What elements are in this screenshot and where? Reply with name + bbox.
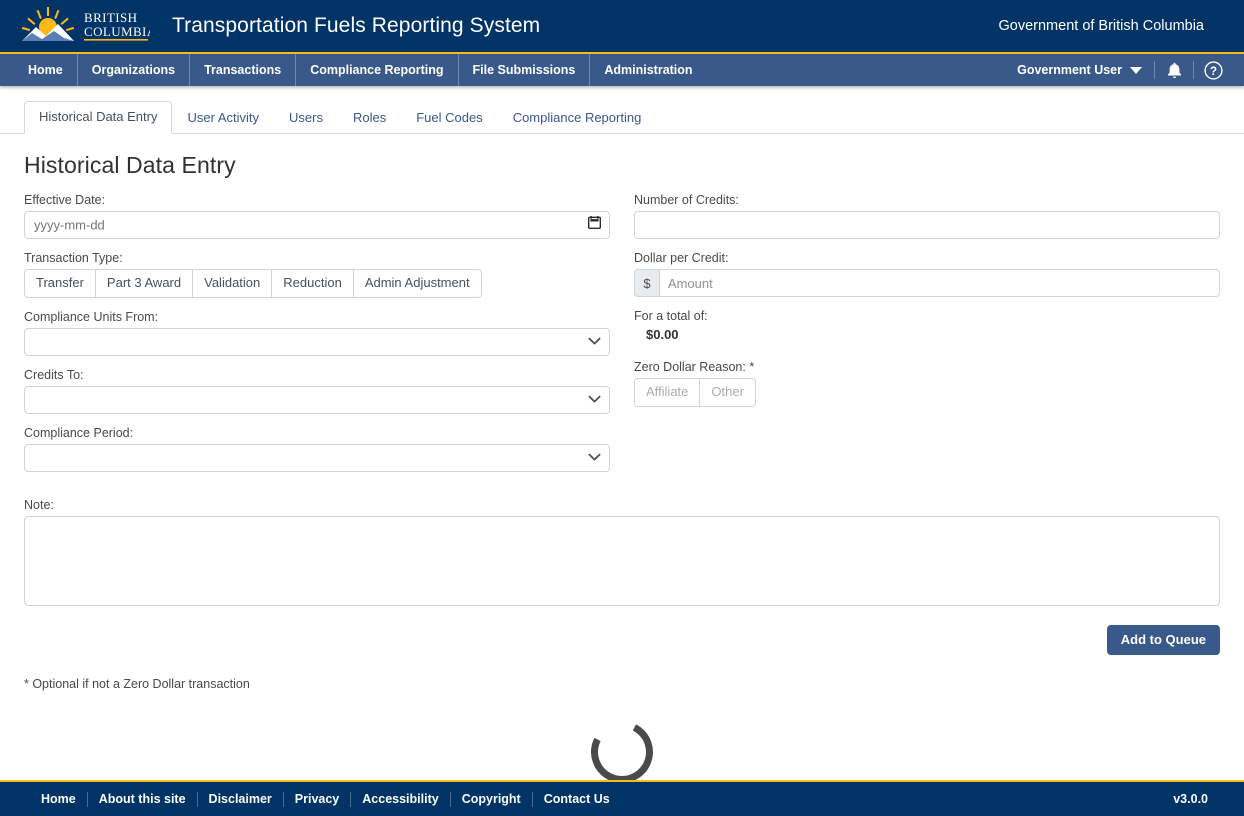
total-group: For a total of: $0.00 — [634, 309, 1220, 342]
footer-link-disclaimer[interactable]: Disclaimer — [198, 791, 284, 807]
dollar-per-credit-group: Dollar per Credit: $ — [634, 251, 1220, 297]
nav-item-administration[interactable]: Administration — [590, 54, 706, 86]
footer-link-copyright[interactable]: Copyright — [451, 791, 533, 807]
footer-link-privacy[interactable]: Privacy — [284, 791, 352, 807]
form-column-right: Number of Credits: Dollar per Credit: $ … — [634, 193, 1220, 484]
compliance-period-group: Compliance Period: — [24, 426, 610, 472]
effective-date-label: Effective Date: — [24, 193, 106, 207]
add-to-queue-button[interactable]: Add to Queue — [1106, 624, 1220, 656]
footer-links: Home About this site Disclaimer Privacy … — [18, 791, 621, 807]
number-of-credits-input[interactable] — [634, 211, 1220, 239]
form-column-left: Effective Date: yyyy-mm-dd Transaction T… — [24, 193, 610, 484]
footer-link-about-this-site[interactable]: About this site — [88, 791, 198, 807]
transaction-type-button-group: Transfer Part 3 Award Validation Reducti… — [24, 269, 482, 298]
nav-item-transactions[interactable]: Transactions — [190, 54, 297, 86]
zero-dollar-reason-button-group: Affiliate Other — [634, 378, 756, 407]
tab-fuel-codes[interactable]: Fuel Codes — [401, 102, 497, 134]
nav-items: Home Organizations Transactions Complian… — [0, 54, 707, 86]
add-to-queue-row: Add to Queue — [24, 624, 1220, 656]
question-circle-icon: ? — [1203, 60, 1223, 80]
effective-date-input[interactable] — [24, 211, 610, 239]
transaction-type-group: Transaction Type: Transfer Part 3 Award … — [24, 251, 610, 298]
zero-dollar-reason-other-button[interactable]: Other — [699, 378, 756, 407]
dollar-sign-addon: $ — [634, 269, 659, 297]
transaction-type-label: Transaction Type: — [24, 251, 123, 265]
svg-text:?: ? — [1209, 66, 1216, 78]
masthead: BRITISH COLUMBIA Transportation Fuels Re… — [0, 0, 1244, 54]
tab-historical-data-entry[interactable]: Historical Data Entry — [24, 101, 173, 134]
app-title: Transportation Fuels Reporting System — [172, 14, 541, 37]
total-value: $0.00 — [646, 327, 679, 342]
nav-item-compliance-reporting[interactable]: Compliance Reporting — [296, 54, 459, 86]
nav-right-group: Government User ? — [1005, 54, 1232, 86]
admin-tabs: Historical Data Entry User Activity User… — [0, 101, 1244, 134]
zero-dollar-reason-group: Zero Dollar Reason: * Affiliate Other — [634, 360, 1220, 407]
svg-text:BRITISH: BRITISH — [84, 10, 137, 25]
form-grid: Effective Date: yyyy-mm-dd Transaction T… — [24, 193, 1220, 484]
note-textarea[interactable] — [24, 515, 1220, 606]
dollar-per-credit-input[interactable] — [658, 269, 1220, 297]
main-navigation: Home Organizations Transactions Complian… — [0, 54, 1244, 86]
bc-logo[interactable]: BRITISH COLUMBIA — [18, 5, 150, 47]
transaction-type-part-3-award-button[interactable]: Part 3 Award — [94, 269, 193, 298]
compliance-units-from-wrap — [24, 327, 610, 356]
credits-to-group: Credits To: — [24, 368, 610, 414]
compliance-period-select[interactable] — [24, 443, 610, 472]
version-label: v3.0.0 — [1173, 792, 1208, 806]
transaction-type-validation-button[interactable]: Validation — [192, 269, 272, 298]
nav-item-home[interactable]: Home — [14, 54, 78, 86]
transaction-type-admin-adjustment-button[interactable]: Admin Adjustment — [352, 269, 482, 298]
transaction-type-reduction-button[interactable]: Reduction — [271, 269, 353, 298]
transaction-type-transfer-button[interactable]: Transfer — [24, 269, 95, 298]
footer-link-contact-us[interactable]: Contact Us — [533, 792, 621, 807]
tab-compliance-reporting[interactable]: Compliance Reporting — [498, 102, 657, 134]
number-of-credits-label: Number of Credits: — [634, 193, 739, 207]
chevron-down-icon — [1130, 66, 1142, 74]
page-footer: Home About this site Disclaimer Privacy … — [0, 780, 1244, 816]
footnote-text: * Optional if not a Zero Dollar transact… — [24, 677, 250, 692]
total-label: For a total of: — [634, 309, 708, 323]
british-columbia-logo-icon: BRITISH COLUMBIA — [21, 7, 150, 41]
tab-user-activity[interactable]: User Activity — [172, 102, 274, 134]
effective-date-group: Effective Date: yyyy-mm-dd — [24, 193, 610, 239]
dollar-per-credit-label: Dollar per Credit: — [634, 251, 729, 265]
nav-item-file-submissions[interactable]: File Submissions — [459, 54, 591, 86]
page-content: Historical Data Entry Effective Date: yy… — [0, 152, 1244, 807]
zero-dollar-reason-affiliate-button[interactable]: Affiliate — [634, 378, 700, 407]
government-label: Government of British Columbia — [998, 18, 1205, 34]
compliance-units-from-label: Compliance Units From: — [24, 309, 159, 324]
number-of-credits-group: Number of Credits: — [634, 193, 1220, 239]
tab-users[interactable]: Users — [274, 102, 338, 134]
tab-roles[interactable]: Roles — [338, 102, 401, 134]
compliance-period-label: Compliance Period: — [24, 425, 134, 440]
user-menu-label: Government User — [1017, 63, 1122, 77]
nav-item-organizations[interactable]: Organizations — [78, 54, 191, 86]
help-button[interactable]: ? — [1194, 54, 1232, 86]
effective-date-wrap: yyyy-mm-dd — [24, 211, 610, 239]
footer-link-accessibility[interactable]: Accessibility — [351, 791, 451, 807]
credits-to-wrap — [24, 385, 610, 414]
note-label: Note: — [24, 497, 54, 512]
notifications-button[interactable] — [1155, 54, 1193, 86]
zero-dollar-reason-label: Zero Dollar Reason: * — [634, 360, 755, 374]
dollar-per-credit-input-group: $ — [634, 269, 1220, 297]
footer-link-home[interactable]: Home — [30, 791, 88, 807]
page-title: Historical Data Entry — [24, 152, 236, 178]
compliance-units-from-group: Compliance Units From: — [24, 310, 610, 356]
credits-to-label: Credits To: — [24, 367, 84, 382]
credits-to-select[interactable] — [24, 385, 610, 414]
bell-icon — [1167, 62, 1181, 78]
compliance-units-from-select[interactable] — [24, 327, 610, 356]
user-menu-button[interactable]: Government User — [1005, 63, 1154, 77]
note-group: Note: — [24, 498, 1220, 611]
svg-text:COLUMBIA: COLUMBIA — [84, 24, 150, 39]
compliance-period-wrap — [24, 443, 610, 472]
